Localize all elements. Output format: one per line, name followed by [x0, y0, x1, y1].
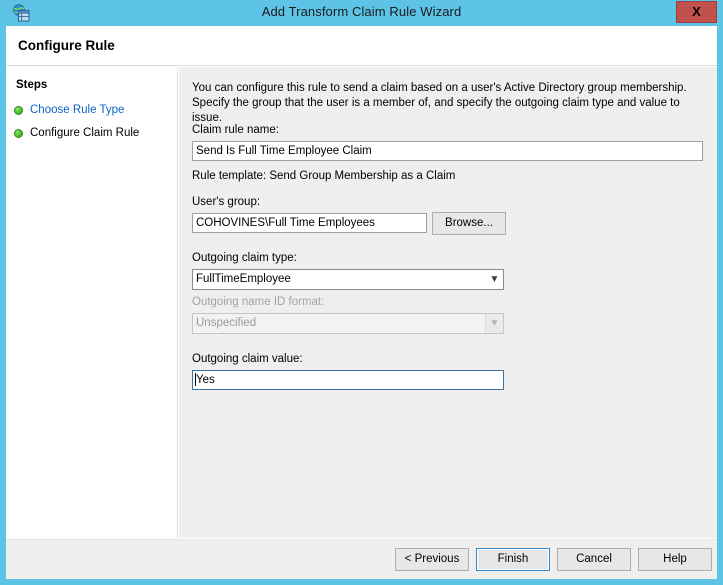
step-label: Choose Rule Type — [30, 104, 125, 117]
window-title: Add Transform Claim Rule Wizard — [261, 4, 462, 19]
page-header: Configure Rule — [6, 26, 717, 66]
step-bullet-icon — [14, 105, 23, 115]
close-icon[interactable]: X — [676, 1, 717, 23]
outgoing-claim-value-input[interactable] — [192, 370, 504, 390]
claim-rule-name-label: Claim rule name: — [192, 124, 279, 136]
help-button[interactable]: Help — [638, 548, 712, 571]
outgoing-claim-type-value: FullTimeEmployee — [196, 273, 291, 285]
chevron-down-icon: ▼ — [489, 274, 500, 285]
finish-button[interactable]: Finish — [476, 548, 550, 571]
steps-pane: Steps Choose Rule Type Configure Claim R… — [6, 67, 178, 538]
steps-heading: Steps — [16, 79, 48, 91]
step-bullet-icon — [14, 128, 23, 138]
intro-description: You can configure this rule to send a cl… — [192, 82, 687, 124]
sidebar-item-configure-claim-rule[interactable]: Configure Claim Rule — [14, 127, 139, 143]
chevron-down-icon: ▼ — [485, 314, 503, 333]
outgoing-claim-value-label: Outgoing claim value: — [192, 353, 303, 365]
outgoing-name-id-format-label: Outgoing name ID format: — [192, 296, 325, 308]
title-bar: Add Transform Claim Rule Wizard X — [0, 0, 723, 26]
outgoing-name-id-format-value: Unspecified — [196, 317, 257, 329]
outgoing-name-id-format-select: Unspecified ▼ — [192, 313, 504, 334]
text-caret — [195, 373, 196, 386]
sidebar-item-choose-rule-type[interactable]: Choose Rule Type — [14, 104, 124, 120]
claim-rule-name-input[interactable] — [192, 141, 703, 161]
wizard-window: Add Transform Claim Rule Wizard X Config… — [0, 0, 723, 585]
previous-button[interactable]: < Previous — [395, 548, 469, 571]
browse-button[interactable]: Browse... — [432, 212, 506, 235]
page-title: Configure Rule — [18, 38, 115, 53]
rule-template-text: Rule template: Send Group Membership as … — [192, 170, 456, 182]
outgoing-claim-type-select[interactable]: FullTimeEmployee ▼ — [192, 269, 504, 290]
content-pane: You can configure this rule to send a cl… — [179, 67, 717, 538]
users-group-input[interactable] — [192, 213, 427, 233]
client-area: Configure Rule Steps Choose Rule Type Co… — [6, 26, 717, 579]
cancel-button[interactable]: Cancel — [557, 548, 631, 571]
users-group-label: User's group: — [192, 196, 261, 208]
footer-button-bar: < Previous Finish Cancel Help — [6, 539, 717, 579]
outgoing-claim-type-label: Outgoing claim type: — [192, 252, 297, 264]
step-label: Configure Claim Rule — [30, 127, 140, 140]
